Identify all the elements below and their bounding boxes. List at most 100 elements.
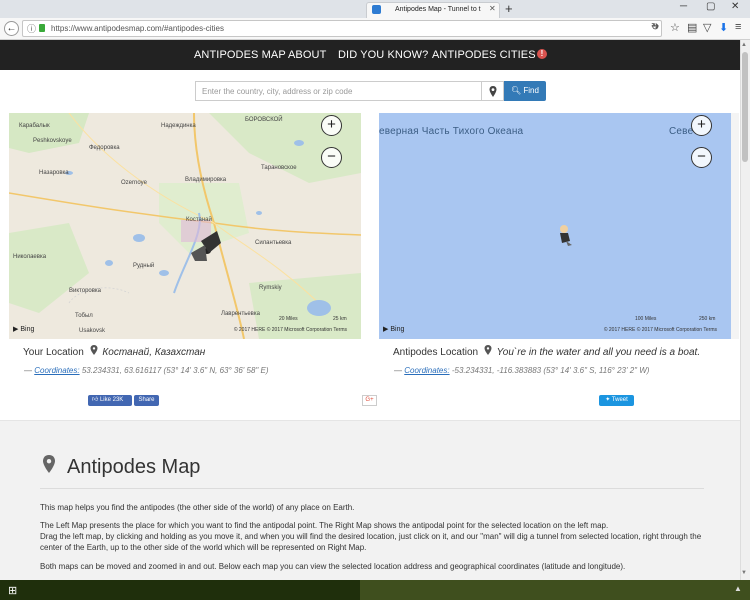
nav-about[interactable]: ABOUT [288, 49, 326, 61]
map-marker-icon [484, 345, 492, 358]
bing-logo: ▶ Bing [13, 325, 34, 333]
antipodes-location-title: Antipodes Location [393, 347, 479, 358]
map-scale: 20 Miles [279, 316, 298, 322]
map-label: Силантьевка [255, 240, 292, 246]
ocean-label: Севе [669, 126, 694, 137]
tray-expand-icon[interactable]: ▲ [734, 584, 742, 593]
map-label: Usakovsk [79, 328, 106, 334]
bing-label: Bing [20, 326, 35, 333]
map-label: Тарановское [261, 165, 297, 171]
map-label: Карабалык [19, 123, 50, 129]
your-coordinates-value: 53.234331, 63.616117 (53° 14' 3.6" N, 63… [81, 366, 269, 375]
antipodes-coordinates-value: -53.234331, -116.383883 (53° 14' 3.6" S,… [451, 366, 650, 375]
alert-icon[interactable]: ! [537, 49, 547, 59]
left-map[interactable]: Карабалык Надеждинка БОРОВСКОЙ Peshkovsk… [9, 113, 361, 339]
thumbs-up-icon: 👍︎ [92, 397, 99, 403]
taskbar: ⊞ ▲ [0, 580, 750, 600]
about-title: Antipodes Map [67, 456, 201, 478]
zoom-out-button[interactable]: − [691, 147, 712, 168]
back-icon[interactable]: ← [4, 21, 19, 36]
map-label: Надеждинка [161, 123, 196, 129]
map-label: Rymskiy [259, 285, 282, 291]
scroll-down-icon[interactable]: ▼ [741, 570, 747, 576]
map-marker-icon [42, 455, 61, 477]
coordinates-link[interactable]: Coordinates: [404, 366, 449, 375]
facebook-share-button[interactable]: Share [134, 395, 159, 406]
bookmark-star-icon[interactable]: ☆ [670, 21, 680, 34]
about-section [0, 420, 740, 580]
menu-icon[interactable]: ≡ [735, 21, 741, 33]
tab-close-icon[interactable]: ✕ [489, 4, 496, 13]
reading-list-icon[interactable]: ▤ [687, 21, 697, 34]
taskbar-right [360, 580, 750, 600]
your-coordinates-row: — Coordinates: 53.234331, 63.616117 (53°… [24, 366, 269, 375]
location-pin-button[interactable] [482, 81, 504, 101]
browser-tab-title: Antipodes Map - Tunnel to t [395, 6, 481, 13]
map-label: Рудный [133, 263, 155, 269]
digger-man-antipode-icon [560, 225, 572, 246]
tweet-button[interactable]: ✦ Tweet [599, 395, 634, 406]
about-heading: Antipodes Map [42, 455, 200, 479]
url-text[interactable]: https://www.antipodesmap.com/#antipodes-… [51, 24, 224, 33]
go-arrow-icon[interactable]: ➜ [651, 21, 659, 32]
antipodes-location-place: You`re in the water and all you need is … [496, 347, 701, 358]
facebook-like-label: Like 23K [99, 397, 124, 403]
zoom-in-button[interactable]: + [321, 115, 342, 136]
left-map-terrain [9, 113, 361, 339]
browser-tab[interactable]: Antipodes Map - Tunnel to t [366, 2, 500, 18]
maximize-icon[interactable]: ▢ [706, 1, 715, 12]
lock-icon [39, 24, 45, 32]
bing-icon: ▶ [13, 326, 19, 333]
pocket-icon[interactable]: ▽ [703, 21, 711, 34]
find-button-label: Find [523, 86, 539, 95]
download-icon[interactable]: ⬇ [719, 21, 728, 34]
map-label: БОРОВСКОЙ [245, 117, 283, 123]
windows-start-icon[interactable]: ⊞ [8, 584, 17, 597]
map-marker-icon [489, 86, 497, 97]
site-navbar: ANTIPODES MAP ABOUT DID YOU KNOW? ANTIPO… [0, 40, 740, 70]
about-paragraph: Both maps can be moved and zoomed in and… [40, 562, 626, 571]
map-scale: 100 Miles [635, 316, 657, 322]
nav-antipodes-map[interactable]: ANTIPODES MAP [194, 49, 286, 61]
map-label: Назаровка [39, 170, 69, 176]
find-button[interactable]: 🔍︎ Find [504, 81, 546, 101]
new-tab-button[interactable]: + [505, 1, 513, 16]
map-copyright[interactable]: © 2017 HERE © 2017 Microsoft Corporation… [234, 327, 347, 333]
map-scale: 250 km [699, 316, 716, 322]
nav-antipodes-cities[interactable]: ANTIPODES CITIES [432, 49, 536, 61]
favicon-icon [372, 5, 381, 14]
url-bar[interactable]: ⓘ https://www.antipodesmap.com/#antipode… [22, 20, 662, 37]
your-location-title: Your Location [23, 347, 84, 358]
map-copyright[interactable]: © 2017 HERE © 2017 Microsoft Corporation… [604, 327, 717, 333]
nav-did-you-know[interactable]: DID YOU KNOW? [338, 49, 428, 61]
zoom-in-button[interactable]: + [691, 115, 712, 136]
map-label: Тобыл [75, 313, 93, 319]
page-scrollbar-thumb[interactable] [742, 52, 748, 162]
tweet-label: Tweet [611, 397, 628, 403]
info-icon[interactable]: ⓘ [27, 22, 36, 35]
bing-label: Bing [390, 326, 405, 333]
coordinates-link[interactable]: Coordinates: [34, 366, 79, 375]
browser-toolbar: ← ⓘ https://www.antipodesmap.com/#antipo… [0, 18, 750, 40]
antipodes-coordinates-row: — Coordinates: -53.234331, -116.383883 (… [394, 366, 650, 375]
scroll-up-icon[interactable]: ▲ [741, 42, 747, 48]
map-label: Владимировка [185, 177, 227, 183]
google-plus-button[interactable]: G+ [362, 395, 377, 406]
zoom-out-button[interactable]: − [321, 147, 342, 168]
window-close-icon[interactable]: ✕ [731, 1, 739, 12]
bing-icon: ▶ [383, 326, 389, 333]
about-paragraph: Drag the left map, by clicking and holdi… [40, 532, 702, 552]
map-scrollbar[interactable] [731, 113, 739, 339]
map-label: Лаврентьевка [221, 311, 260, 317]
map-label: Федоровка [89, 145, 120, 151]
your-location-row: Your Location Костанай, Казахстан [23, 345, 205, 358]
bing-logo: ▶ Bing [383, 325, 404, 333]
search-input[interactable]: Enter the country, city, address or zip … [195, 81, 482, 101]
map-scale: 25 km [333, 316, 347, 322]
map-label: Николаевка [13, 254, 47, 260]
right-map[interactable]: еверная Часть Тихого Океана Севе + − 100… [379, 113, 731, 339]
antipodes-location-row: Antipodes Location You`re in the water a… [393, 345, 700, 358]
facebook-like-button[interactable]: 👍︎ Like 23K [88, 395, 132, 406]
search-icon: 🔍︎ [511, 86, 522, 95]
minimize-icon[interactable]: ─ [680, 1, 687, 12]
